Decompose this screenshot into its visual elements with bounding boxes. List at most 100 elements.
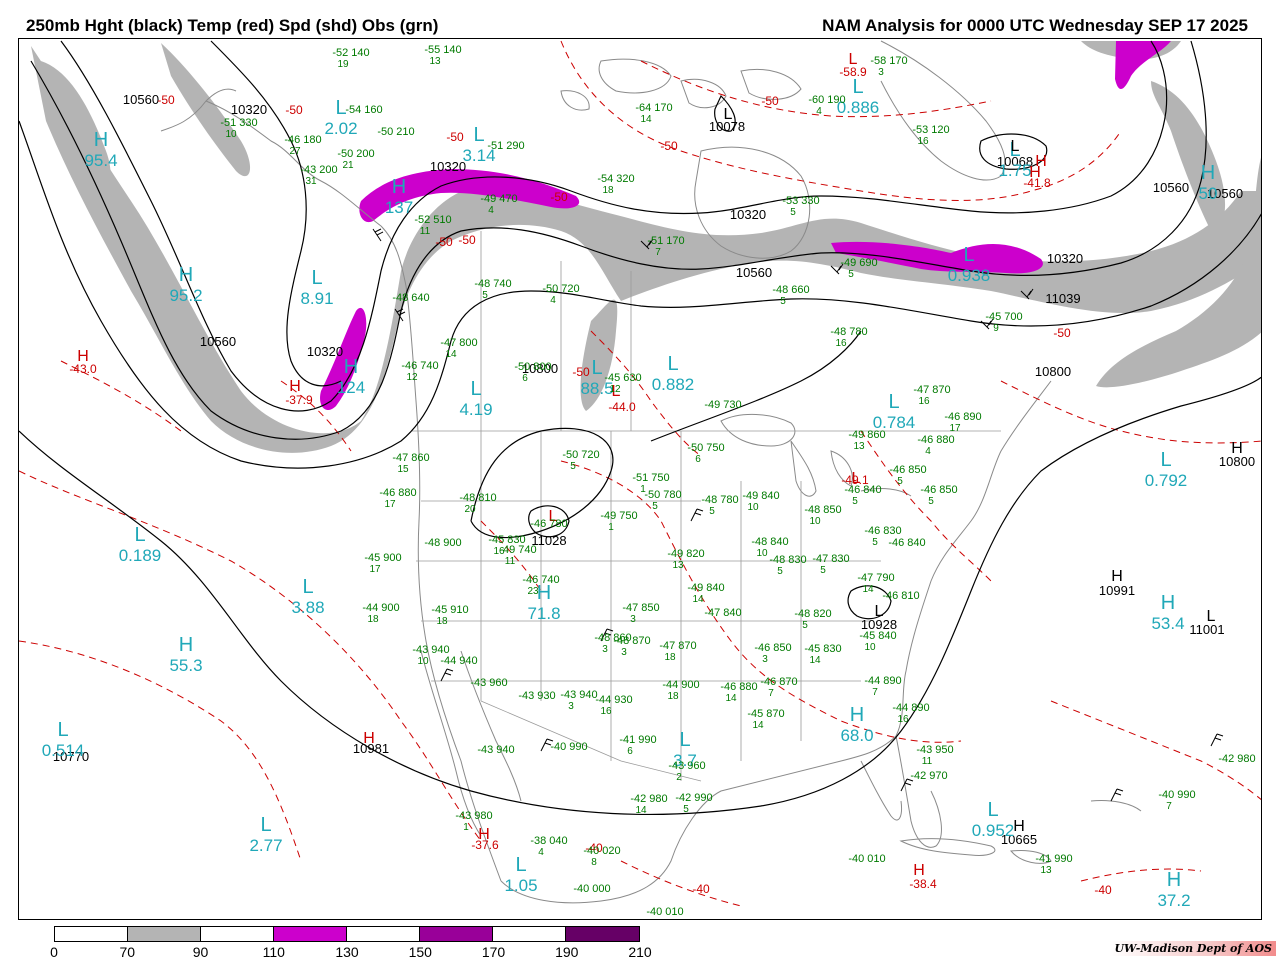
obs-temp-height: -45 700 — [985, 311, 1022, 323]
obs-temp-height: -45 840 — [859, 630, 896, 642]
obs-temp-height: -49 740 — [499, 544, 536, 556]
height-extremum-letter: L — [875, 603, 884, 620]
obs-temp-height: -50 720 — [562, 449, 599, 461]
obs-temp-height: -40 010 — [848, 853, 885, 865]
obs-dewpoint: 19 — [651, 918, 663, 920]
height-extremum-letter: L — [1011, 138, 1020, 155]
obs-temp-height: -41 990 — [1035, 853, 1072, 865]
height-label: 10560 — [200, 334, 236, 349]
obs-temp-height: -42 970 — [910, 770, 947, 782]
temp-label: -38.4 — [909, 877, 937, 891]
obs-dewpoint: 18 — [664, 652, 676, 663]
obs-temp-height: -46 830 — [864, 525, 901, 537]
obs-dewpoint: 14 — [725, 693, 737, 704]
obs-temp-height: -43 940 — [560, 689, 597, 701]
temp-extremum-letter: H — [913, 862, 925, 879]
temp-label: -50 — [660, 139, 678, 153]
obs-temp-height: -46 880 — [379, 487, 416, 499]
height-extremum-letter: H — [1013, 818, 1025, 835]
obs-temp-height: -48 870 — [613, 635, 650, 647]
obs-temp-height: -46 740 — [401, 360, 438, 372]
speed-extremum-value: 124 — [337, 378, 365, 397]
obs-temp-height: -44 940 — [440, 655, 477, 667]
obs-temp-height: -44 900 — [362, 602, 399, 614]
obs-temp-height: -50 750 — [687, 442, 724, 454]
obs-temp-height: -48 780 — [830, 326, 867, 338]
obs-temp-height: -46 850 — [889, 464, 926, 476]
map-panel: 10560 10320 10320 10560 10560 10320 10800 10800… — [18, 38, 1262, 920]
obs-dewpoint: 3 — [630, 614, 636, 625]
obs-dewpoint: 17 — [369, 564, 381, 575]
obs-temp-height: -49 730 — [704, 399, 741, 411]
obs-dewpoint: 14 — [809, 655, 821, 666]
obs-temp-height: -49 840 — [742, 490, 779, 502]
obs-temp-height: -52 510 — [414, 214, 451, 226]
obs-dewpoint: 14 — [752, 720, 764, 731]
legend-tick-label: 170 — [481, 944, 506, 960]
obs-temp-height: -47 830 — [812, 553, 849, 565]
obs-temp-height: -46 870 — [760, 676, 797, 688]
island-outline — [560, 90, 590, 111]
temp-extremum-letter: L — [849, 51, 858, 68]
legend-tick-label: 90 — [192, 944, 209, 960]
obs-dewpoint: 16 — [917, 136, 929, 147]
obs-dewpoint: 5 — [802, 620, 808, 631]
obs-temp-height: -50 200 — [337, 148, 374, 160]
obs-temp-height: -43 200 — [300, 164, 337, 176]
obs-dewpoint: 5 — [848, 269, 854, 280]
height-label: 10560 — [736, 265, 772, 280]
speed-extremum-letter: H — [850, 704, 864, 726]
obs-dewpoint: 3 — [878, 67, 884, 78]
obs-dewpoint: 7 — [872, 687, 878, 698]
obs-temp-height: -51 170 — [647, 235, 684, 247]
height-contours — [19, 40, 1261, 816]
obs-temp-height: -46 740 — [522, 574, 559, 586]
obs-dewpoint: 10 — [809, 516, 821, 527]
obs-temp-height: -46 840 — [844, 484, 881, 496]
obs-temp-height: -42 980 — [630, 793, 667, 805]
obs-temp-height: -49 860 — [848, 429, 885, 441]
speed-extremum-value: 37.2 — [1157, 891, 1190, 910]
legend-color-swatch — [201, 927, 274, 941]
temp-label: -40 — [1094, 883, 1112, 897]
obs-temp-height: -54 160 — [345, 104, 382, 116]
island-outline — [1090, 800, 1142, 812]
obs-temp-height: -50 720 — [542, 283, 579, 295]
obs-dewpoint: 14 — [635, 805, 647, 816]
height-label: 10320 — [730, 207, 766, 222]
obs-temp-height: -43 960 — [470, 677, 507, 689]
obs-dewpoint: 5 — [897, 476, 903, 487]
speed-extremum-letter: H — [94, 129, 108, 151]
obs-dewpoint: 5 — [872, 537, 878, 548]
obs-temp-height: -46 890 — [944, 411, 981, 423]
speed-extremum-letter: L — [987, 799, 998, 821]
legend-tick-label: 150 — [408, 944, 432, 960]
legend-tick-label: 0 — [50, 944, 58, 960]
height-extremum-letter: H — [1111, 568, 1123, 585]
obs-dewpoint: 19 — [337, 59, 349, 70]
obs-dewpoint: 18 — [436, 616, 448, 627]
speed-extremum-value: 95.2 — [169, 286, 202, 305]
speed-extremum-letter: L — [134, 524, 145, 546]
legend-color-swatch — [128, 927, 201, 941]
station-observations: -52 14019-55 14013-51 33010-54 160-46 18… — [220, 44, 1255, 920]
speed-extremum-letter: L — [667, 353, 678, 375]
legend-tick-label: 130 — [335, 944, 359, 960]
temp-label: -50 — [435, 235, 453, 249]
height-label: 10320 — [307, 344, 343, 359]
legend-tick-label: 210 — [628, 944, 652, 960]
obs-temp-height: -47 790 — [857, 572, 894, 584]
obs-dewpoint: 3 — [568, 701, 574, 712]
obs-dewpoint: 4 — [550, 295, 556, 306]
height-extremum-letter: L — [724, 106, 733, 123]
legend-color-swatch — [566, 927, 639, 941]
obs-temp-height: -46 880 — [720, 681, 757, 693]
obs-temp-height: -52 140 — [332, 47, 369, 59]
obs-temp-height: -44 900 — [662, 679, 699, 691]
obs-dewpoint: 14 — [445, 349, 457, 360]
legend-color-swatch — [347, 927, 420, 941]
obs-dewpoint: 10 — [417, 656, 429, 667]
speed-extremum-letter: H — [1161, 592, 1175, 614]
obs-dewpoint: 13 — [429, 56, 441, 67]
obs-dewpoint: 4 — [488, 205, 494, 216]
